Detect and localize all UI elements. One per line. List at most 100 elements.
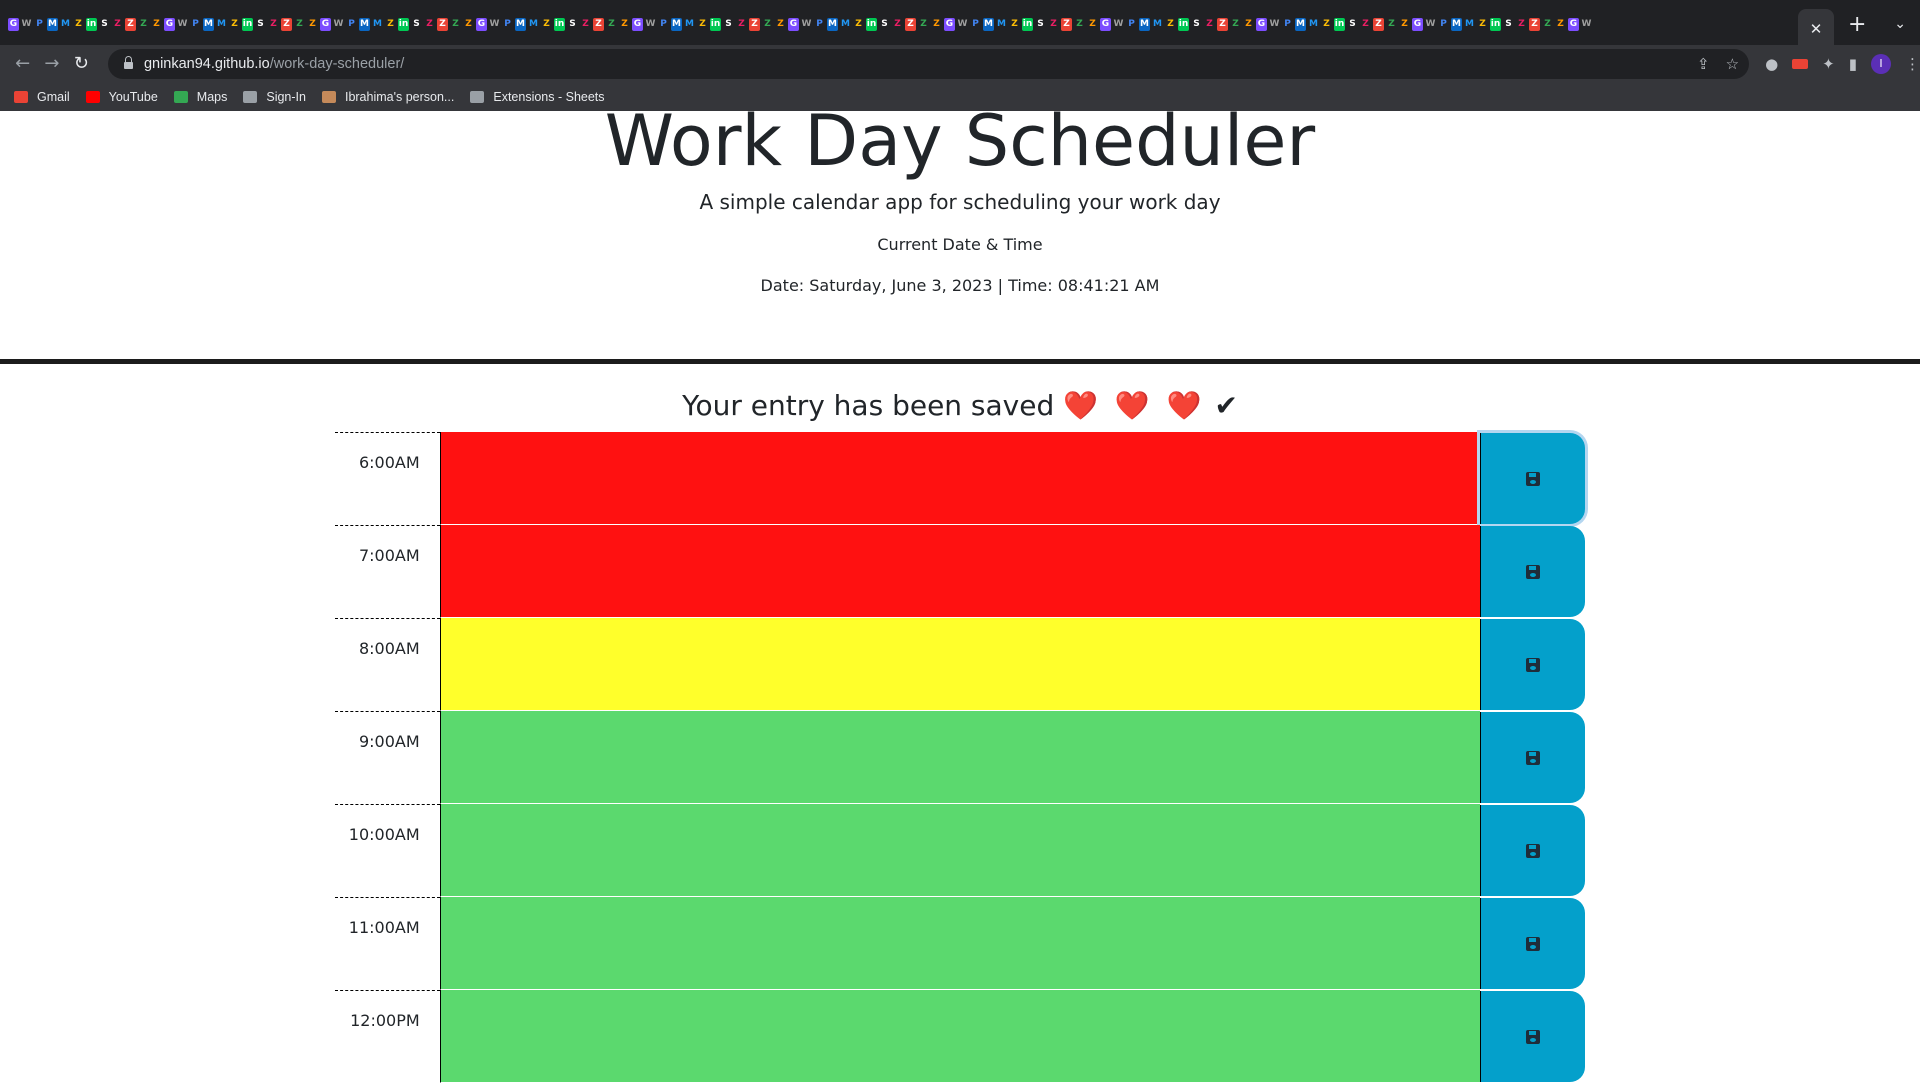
tab-favicon[interactable]: G: [788, 18, 799, 31]
tab-favicon[interactable]: Z: [736, 18, 747, 31]
tab-favicon[interactable]: Z: [1360, 18, 1371, 31]
tab-favicon[interactable]: Z: [1373, 18, 1384, 31]
tab-favicon[interactable]: in: [398, 18, 409, 31]
tab-favicon[interactable]: M: [1139, 18, 1150, 31]
tab-favicon[interactable]: G: [1568, 18, 1579, 31]
tab-favicon[interactable]: W: [21, 18, 32, 31]
tab-favicon[interactable]: M: [1308, 18, 1319, 31]
tab-favicon[interactable]: Z: [450, 18, 461, 31]
tab-favicon[interactable]: Z: [1165, 18, 1176, 31]
tab-favicon[interactable]: in: [1178, 18, 1189, 31]
tab-favicon[interactable]: M: [1295, 18, 1306, 31]
tab-favicon[interactable]: G: [632, 18, 643, 31]
tab-favicon[interactable]: Z: [1529, 18, 1540, 31]
reload-icon[interactable]: ↻: [67, 53, 96, 74]
bookmark-item[interactable]: Maps: [173, 90, 227, 104]
save-button[interactable]: [1480, 433, 1586, 524]
url-text[interactable]: gninkan94.github.io/work-day-scheduler/: [144, 56, 404, 72]
tab-favicon[interactable]: M: [1152, 18, 1163, 31]
tab-favicon[interactable]: S: [1191, 18, 1202, 31]
tab-favicon[interactable]: Z: [125, 18, 136, 31]
tab-favicon[interactable]: G: [476, 18, 487, 31]
tab-favicon[interactable]: Z: [892, 18, 903, 31]
tab-favicon[interactable]: M: [216, 18, 227, 31]
bookmark-item[interactable]: Ibrahima's person...: [321, 90, 454, 104]
tab-favicon[interactable]: Z: [229, 18, 240, 31]
tab-favicon[interactable]: Z: [1230, 18, 1241, 31]
event-description-input[interactable]: [439, 804, 1481, 897]
tab-favicon[interactable]: S: [255, 18, 266, 31]
save-button[interactable]: [1480, 991, 1586, 1082]
tab-favicon[interactable]: W: [801, 18, 812, 31]
tab-favicon[interactable]: M: [827, 18, 838, 31]
tab-favicon[interactable]: G: [164, 18, 175, 31]
tab-favicon[interactable]: M: [684, 18, 695, 31]
share-icon[interactable]: ⇪: [1697, 55, 1710, 73]
tab-favicon[interactable]: Z: [1477, 18, 1488, 31]
extensions-puzzle-icon[interactable]: ✦: [1822, 55, 1835, 73]
tab-favicon[interactable]: S: [1503, 18, 1514, 31]
bookmark-item[interactable]: YouTube: [85, 90, 158, 104]
tab-favicon[interactable]: P: [1438, 18, 1449, 31]
tab-favicon[interactable]: M: [983, 18, 994, 31]
tab-favicon[interactable]: M: [1451, 18, 1462, 31]
tab-favicon[interactable]: S: [99, 18, 110, 31]
tab-favicon[interactable]: S: [411, 18, 422, 31]
tab-favicon[interactable]: Z: [775, 18, 786, 31]
save-button[interactable]: [1480, 619, 1586, 710]
tab-favicon[interactable]: Z: [619, 18, 630, 31]
tab-favicon[interactable]: W: [1425, 18, 1436, 31]
tab-favicon[interactable]: P: [346, 18, 357, 31]
tab-favicon[interactable]: M: [60, 18, 71, 31]
tab-favicon[interactable]: Z: [541, 18, 552, 31]
save-button[interactable]: [1480, 898, 1586, 989]
tab-favicon[interactable]: P: [34, 18, 45, 31]
tab-favicon[interactable]: Z: [931, 18, 942, 31]
tab-favicon[interactable]: Z: [463, 18, 474, 31]
bookmark-item[interactable]: Sign-In: [243, 90, 306, 104]
tab-favicon[interactable]: P: [502, 18, 513, 31]
menu-kebab-icon[interactable]: ⋮: [1905, 55, 1920, 73]
bookmark-item[interactable]: Gmail: [14, 90, 70, 104]
tab-favicon[interactable]: Z: [1217, 18, 1228, 31]
lock-icon[interactable]: [123, 56, 133, 69]
tab-favicon[interactable]: in: [866, 18, 877, 31]
tab-favicon[interactable]: G: [1412, 18, 1423, 31]
active-tab[interactable]: ✕: [1798, 9, 1834, 49]
tab-favicon[interactable]: Z: [112, 18, 123, 31]
tab-favicon[interactable]: P: [970, 18, 981, 31]
tab-favicon[interactable]: M: [515, 18, 526, 31]
tab-favicon[interactable]: Z: [1204, 18, 1215, 31]
tab-favicon[interactable]: Z: [281, 18, 292, 31]
tab-favicon[interactable]: in: [1334, 18, 1345, 31]
tab-favicon[interactable]: W: [1581, 18, 1592, 31]
extension-icon[interactable]: ●: [1765, 55, 1778, 73]
event-description-input[interactable]: [439, 897, 1481, 990]
tab-favicon[interactable]: W: [1269, 18, 1280, 31]
tab-favicon[interactable]: P: [1282, 18, 1293, 31]
close-icon[interactable]: ✕: [1810, 20, 1823, 38]
tab-favicon[interactable]: M: [528, 18, 539, 31]
tab-favicon[interactable]: P: [658, 18, 669, 31]
tab-favicon[interactable]: Z: [385, 18, 396, 31]
profile-avatar[interactable]: I: [1871, 53, 1892, 74]
tab-favicon[interactable]: Z: [749, 18, 760, 31]
tab-favicon[interactable]: Z: [138, 18, 149, 31]
tab-favicon[interactable]: in: [1022, 18, 1033, 31]
tab-favicon[interactable]: Z: [1555, 18, 1566, 31]
tab-favicon[interactable]: in: [710, 18, 721, 31]
tab-favicon[interactable]: Z: [905, 18, 916, 31]
tab-favicon[interactable]: W: [333, 18, 344, 31]
tab-favicon[interactable]: in: [86, 18, 97, 31]
tab-favicon[interactable]: M: [372, 18, 383, 31]
event-description-input[interactable]: [439, 525, 1481, 618]
tab-favicon[interactable]: M: [840, 18, 851, 31]
bookmark-star-icon[interactable]: ☆: [1726, 55, 1739, 73]
tab-favicon[interactable]: W: [177, 18, 188, 31]
tab-favicon[interactable]: W: [957, 18, 968, 31]
tab-favicon[interactable]: P: [190, 18, 201, 31]
tab-favicon[interactable]: G: [1100, 18, 1111, 31]
tab-favicon[interactable]: W: [645, 18, 656, 31]
tab-favicon[interactable]: W: [489, 18, 500, 31]
tab-favicon[interactable]: S: [1035, 18, 1046, 31]
